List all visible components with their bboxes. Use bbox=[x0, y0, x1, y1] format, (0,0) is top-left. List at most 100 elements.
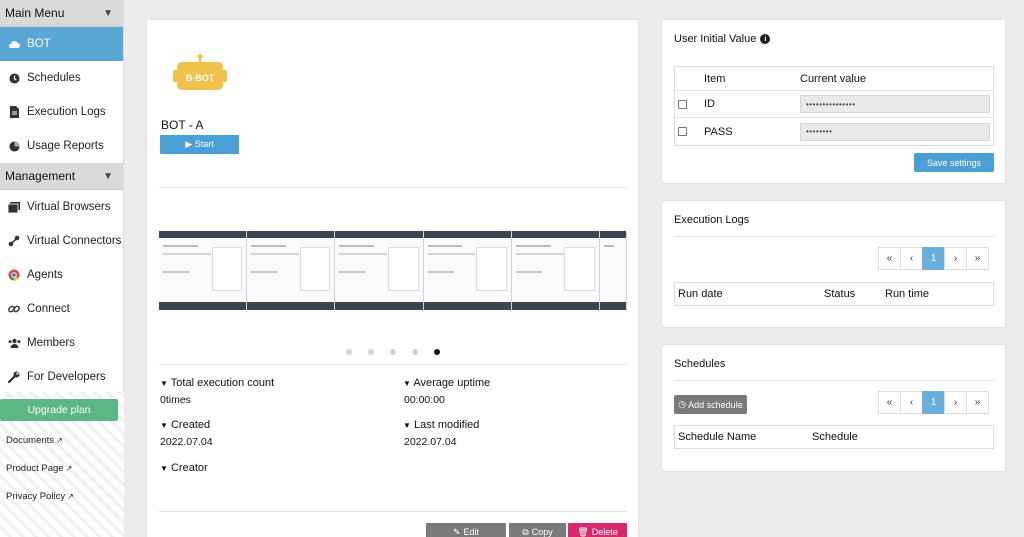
file-icon bbox=[7, 105, 21, 119]
carousel-dot[interactable] bbox=[368, 349, 374, 355]
user-initial-value-card: User Initial Value i Item Current value … bbox=[661, 19, 1006, 184]
first-page-button[interactable]: « bbox=[878, 247, 901, 270]
delete-button[interactable]: 🗑 Delete bbox=[568, 523, 627, 537]
table-row: PASS •••••••• bbox=[675, 118, 993, 145]
col-current-value: Current value bbox=[800, 72, 867, 85]
row-checkbox[interactable] bbox=[678, 99, 687, 109]
avg-uptime-value: 00:00:00 bbox=[404, 394, 445, 406]
copy-button-label: Copy bbox=[531, 527, 553, 537]
row-checkbox[interactable] bbox=[678, 127, 687, 136]
prev-page-button[interactable]: ‹ bbox=[900, 247, 923, 270]
last-page-button[interactable]: » bbox=[966, 247, 989, 270]
sidebar-item-for-developers[interactable]: For Developers bbox=[0, 360, 123, 394]
caret-down-icon: ▼ bbox=[160, 421, 168, 430]
current-page[interactable]: 1 bbox=[922, 247, 945, 270]
col-run-time: Run time bbox=[885, 288, 930, 300]
upgrade-plan-button[interactable]: Upgrade plan bbox=[0, 399, 118, 421]
table-header: Run date Status Run time bbox=[675, 283, 993, 305]
caret-down-icon: ▼ bbox=[403, 421, 411, 430]
product-page-link[interactable]: Product Page ↗ bbox=[6, 463, 72, 474]
id-value-field[interactable]: ••••••••••••••• bbox=[800, 95, 990, 113]
start-button[interactable]: ▶ Start bbox=[160, 135, 239, 154]
divider bbox=[159, 364, 627, 365]
row-checkbox-cell bbox=[675, 127, 704, 136]
privacy-policy-link-label: Privacy Policy bbox=[6, 491, 66, 502]
sidebar-item-bot[interactable]: BOT bbox=[0, 27, 123, 61]
sidebar-item-schedules[interactable]: Schedules bbox=[0, 61, 123, 95]
created-label[interactable]: ▼ Created bbox=[160, 419, 210, 431]
screenshot-carousel[interactable] bbox=[159, 231, 627, 310]
trash-icon: 🗑 bbox=[577, 526, 589, 537]
user-initial-value-title: User Initial Value i bbox=[674, 33, 771, 45]
current-page[interactable]: 1 bbox=[922, 391, 945, 414]
prev-page-button[interactable]: ‹ bbox=[900, 391, 923, 414]
user-initial-value-table: Item Current value ID ••••••••••••••• PA… bbox=[674, 66, 994, 146]
next-page-button[interactable]: › bbox=[944, 391, 967, 414]
add-schedule-label: Add schedule bbox=[688, 399, 743, 410]
first-page-button[interactable]: « bbox=[878, 391, 901, 414]
row-item: ID bbox=[704, 98, 715, 110]
creator-label[interactable]: ▼ Creator bbox=[160, 462, 208, 474]
caret-down-icon: ▼ bbox=[160, 379, 168, 388]
sidebar-item-label: Connect bbox=[27, 303, 70, 315]
divider bbox=[159, 511, 627, 512]
sidebar: Main Menu ▼ BOT Schedules Execution Logs… bbox=[0, 0, 124, 537]
main-menu-header[interactable]: Main Menu ▼ bbox=[0, 0, 123, 27]
row-checkbox-cell bbox=[675, 99, 704, 109]
carousel-dot[interactable] bbox=[412, 349, 418, 355]
caret-down-icon: ▼ bbox=[403, 379, 411, 388]
total-exec-label[interactable]: ▼ Total execution count bbox=[160, 377, 274, 389]
col-schedule-name: Schedule Name bbox=[678, 431, 757, 443]
cloud-icon bbox=[7, 37, 21, 51]
documents-link[interactable]: Documents ↗ bbox=[6, 435, 63, 446]
sidebar-item-label: Usage Reports bbox=[27, 140, 104, 152]
execution-logs-title: Execution Logs bbox=[674, 214, 750, 226]
execution-logs-card: Execution Logs « ‹ 1 › » Run date Status… bbox=[661, 200, 1006, 328]
carousel-dots bbox=[346, 349, 440, 355]
bot-detail-card: B·BOT BOT - A ▶ Start ▼ Total execution … bbox=[146, 19, 639, 537]
carousel-dot-active[interactable] bbox=[434, 349, 440, 355]
privacy-policy-link[interactable]: Privacy Policy ↗ bbox=[6, 491, 74, 502]
edit-button[interactable]: ✎ Edit bbox=[426, 523, 506, 537]
schedules-table: Schedule Name Schedule bbox=[674, 425, 994, 449]
main-menu-label: Main Menu bbox=[5, 6, 65, 20]
sidebar-item-virtual-connectors[interactable]: Virtual Connectors bbox=[0, 224, 123, 258]
table-header: Item Current value bbox=[675, 67, 993, 91]
save-settings-button[interactable]: Save settings bbox=[914, 153, 994, 172]
sidebar-item-label: Virtual Connectors bbox=[27, 235, 122, 247]
carousel-slide bbox=[247, 231, 336, 310]
schedules-title: Schedules bbox=[674, 358, 726, 370]
copy-button[interactable]: ⧉ Copy bbox=[509, 523, 566, 537]
total-exec-value: 0times bbox=[160, 394, 191, 406]
divider bbox=[674, 236, 994, 237]
next-page-button[interactable]: › bbox=[944, 247, 967, 270]
row-item: PASS bbox=[704, 125, 733, 138]
chart-icon bbox=[7, 139, 21, 153]
link-icon bbox=[7, 302, 21, 316]
info-icon[interactable]: i bbox=[760, 34, 771, 44]
sidebar-item-agents[interactable]: Agents bbox=[0, 258, 123, 292]
carousel-dot[interactable] bbox=[390, 349, 396, 355]
sidebar-item-label: Execution Logs bbox=[27, 106, 106, 118]
external-link-icon: ↗ bbox=[56, 436, 63, 445]
sidebar-item-members[interactable]: Members bbox=[0, 326, 123, 360]
delete-button-label: Delete bbox=[591, 527, 618, 537]
last-modified-value: 2022.07.04 bbox=[404, 436, 457, 448]
carousel-dot[interactable] bbox=[346, 349, 352, 355]
bot-name: BOT - A bbox=[161, 118, 204, 132]
documents-link-label: Documents bbox=[6, 435, 55, 446]
copy-icon: ⧉ bbox=[522, 526, 529, 537]
add-schedule-button[interactable]: ◷ Add schedule bbox=[674, 395, 747, 414]
last-page-button[interactable]: » bbox=[966, 391, 989, 414]
pass-value-field[interactable]: •••••••• bbox=[800, 122, 990, 141]
avg-uptime-label-text: Average uptime bbox=[413, 377, 491, 389]
sidebar-item-execution-logs[interactable]: Execution Logs bbox=[0, 95, 123, 129]
chrome-icon bbox=[7, 268, 21, 282]
sidebar-item-connect[interactable]: Connect bbox=[0, 292, 123, 326]
last-modified-label[interactable]: ▼ Last modified bbox=[403, 419, 479, 431]
avg-uptime-label[interactable]: ▼ Average uptime bbox=[403, 377, 490, 389]
sidebar-item-usage-reports[interactable]: Usage Reports bbox=[0, 129, 123, 163]
management-header[interactable]: Management ▼ bbox=[0, 163, 123, 190]
sidebar-item-virtual-browsers[interactable]: Virtual Browsers bbox=[0, 190, 123, 224]
chevron-down-icon: ▼ bbox=[103, 7, 113, 19]
